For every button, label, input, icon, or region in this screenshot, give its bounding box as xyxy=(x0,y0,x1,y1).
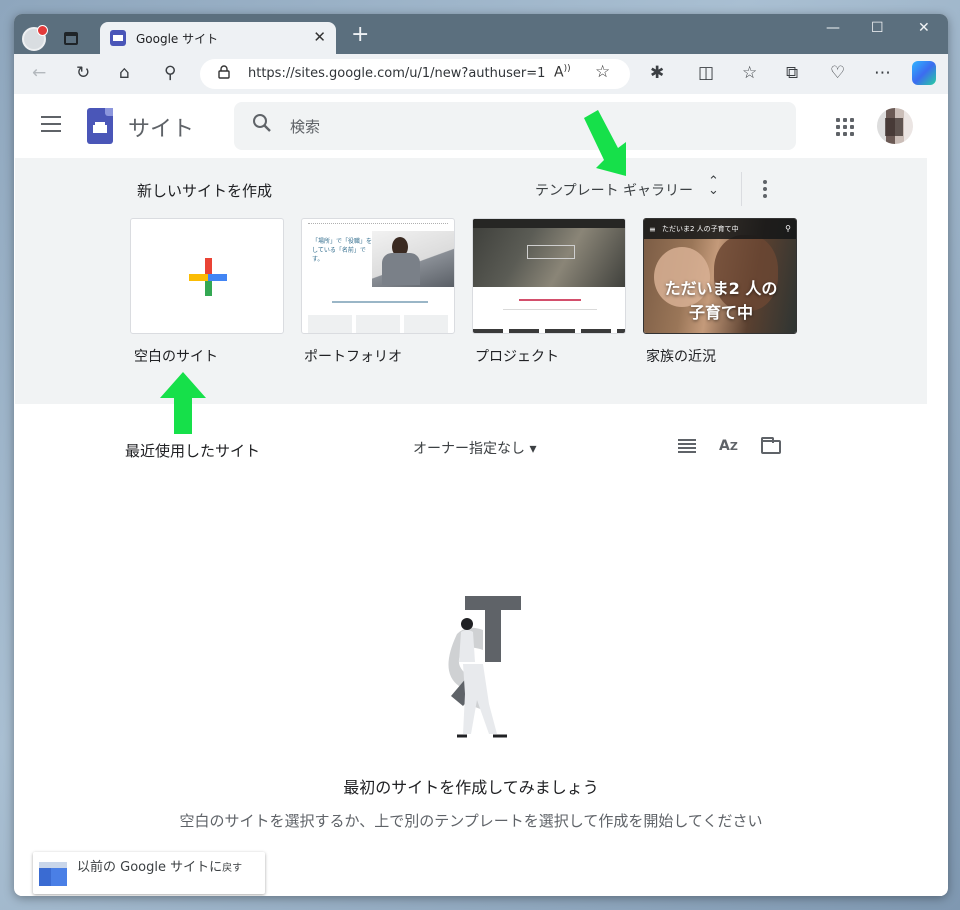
project-label[interactable]: プロジェクト xyxy=(475,346,559,366)
blank-site-label[interactable]: 空白のサイト xyxy=(134,346,218,366)
empty-state-title: 最初のサイトを作成してみましょう xyxy=(343,778,599,797)
tab-google-sites[interactable]: Google サイト ✕ xyxy=(100,22,336,54)
portfolio-thumb-text: 「場所」で「役職」をしている「名前」です。 xyxy=(312,238,373,263)
reload-button[interactable]: ↻ xyxy=(76,63,90,83)
family-label[interactable]: 家族の近況 xyxy=(646,346,716,366)
lock-icon[interactable] xyxy=(218,65,230,83)
empty-state-subtitle: 空白のサイトを選択するか、上で別のテンプレートを選択して作成を開始してください xyxy=(179,812,763,830)
owner-filter-dropdown[interactable]: オーナー指定なし ▾ xyxy=(413,438,536,458)
close-window-button[interactable]: ✕ xyxy=(918,20,930,36)
app-name[interactable]: サイト xyxy=(128,111,194,143)
search-input[interactable]: 検索 xyxy=(234,102,796,150)
folder-icon[interactable] xyxy=(761,437,781,454)
app-bar: サイト 検索 xyxy=(15,94,947,158)
portfolio-thumb-photo xyxy=(372,231,454,287)
plus-icon-horizontal xyxy=(189,274,227,281)
family-thumb-bar: ただいま2 人の子育て中 xyxy=(644,219,796,239)
classic-sites-icon xyxy=(39,862,67,886)
performance-icon[interactable]: ♡ xyxy=(830,63,845,83)
account-avatar[interactable] xyxy=(877,108,913,144)
project-template-card[interactable] xyxy=(472,218,626,334)
annotation-arrow-down-icon xyxy=(584,110,626,176)
classic-sites-button[interactable]: 以前の Google サイトに戻す xyxy=(33,852,265,894)
favorites-icon[interactable]: ☆ xyxy=(742,63,757,83)
scrollbar[interactable] xyxy=(927,158,947,896)
split-screen-icon[interactable]: ◫ xyxy=(698,63,714,83)
google-sites-logo-icon[interactable] xyxy=(87,108,113,144)
minimize-button[interactable]: — xyxy=(826,20,840,36)
family-thumb-title: ただいま2 人の 子育て中 xyxy=(664,279,778,322)
sort-az-icon[interactable]: AZ xyxy=(719,438,738,454)
tab-actions-icon[interactable] xyxy=(64,32,78,45)
search-icon[interactable] xyxy=(252,113,272,138)
tab-close-icon[interactable]: ✕ xyxy=(313,28,326,46)
more-options-icon[interactable] xyxy=(763,180,767,198)
search-icon[interactable]: ⚲ xyxy=(164,63,176,83)
classic-sites-label: 以前の Google サイトに戻す xyxy=(77,860,243,875)
favorite-star-icon[interactable]: ☆ xyxy=(595,62,610,82)
empty-state-illustration xyxy=(448,596,521,738)
create-site-heading: 新しいサイトを作成 xyxy=(137,182,273,200)
google-apps-icon[interactable] xyxy=(836,118,854,136)
url-text[interactable]: https://sites.google.com/u/1/new?authuse… xyxy=(248,66,545,81)
portfolio-template-card[interactable]: 「場所」で「役職」をしている「名前」です。 xyxy=(301,218,455,334)
tab-title: Google サイト xyxy=(136,32,219,46)
back-button[interactable]: ← xyxy=(32,63,46,83)
google-sites-favicon-icon xyxy=(110,30,126,46)
portfolio-label[interactable]: ポートフォリオ xyxy=(304,346,402,366)
browser-toolbar: ← ↻ ⌂ ⚲ https://sites.google.com/u/1/new… xyxy=(14,54,948,94)
main-menu-icon[interactable] xyxy=(41,116,61,132)
google-sites-page: サイト 検索 新しいサイトを作成 テンプレート ギャラリー ⌃ ⌄ 空白のサイト… xyxy=(15,94,947,896)
more-menu-icon[interactable]: ⋯ xyxy=(874,63,891,83)
collections-icon[interactable]: ⧉ xyxy=(786,63,798,83)
copilot-icon[interactable] xyxy=(912,61,936,85)
address-bar[interactable]: https://sites.google.com/u/1/new?authuse… xyxy=(200,59,630,89)
menu-icon: ≡ xyxy=(649,225,656,234)
profile-icon[interactable] xyxy=(22,25,48,51)
divider xyxy=(741,172,742,206)
annotation-arrow-up-icon xyxy=(160,372,206,434)
new-tab-button[interactable]: + xyxy=(351,22,369,47)
extensions-icon[interactable]: ✱ xyxy=(650,63,664,83)
family-template-card[interactable]: ただいま2 人の子育て中 ≡ ⚲ ただいま2 人の 子育て中 xyxy=(643,218,797,334)
tab-strip: Google サイト ✕ + — ☐ ✕ xyxy=(14,14,948,54)
recent-sites-heading: 最近使用したサイト xyxy=(125,442,261,460)
search-placeholder: 検索 xyxy=(290,118,321,136)
expand-collapse-icon[interactable]: ⌃ ⌄ xyxy=(708,175,719,197)
read-aloud-icon[interactable]: A)) xyxy=(554,64,571,81)
template-section: 新しいサイトを作成 テンプレート ギャラリー ⌃ ⌄ 空白のサイト 「場所」で「役… xyxy=(15,158,927,404)
list-view-icon[interactable] xyxy=(678,439,696,453)
browser-window: Google サイト ✕ + — ☐ ✕ ← ↻ ⌂ ⚲ https://sit… xyxy=(14,14,948,896)
search-icon: ⚲ xyxy=(785,224,791,233)
blank-site-card[interactable] xyxy=(130,218,284,334)
template-gallery-button[interactable]: テンプレート ギャラリー xyxy=(535,180,693,200)
maximize-button[interactable]: ☐ xyxy=(871,20,884,36)
home-button[interactable]: ⌂ xyxy=(119,63,130,83)
